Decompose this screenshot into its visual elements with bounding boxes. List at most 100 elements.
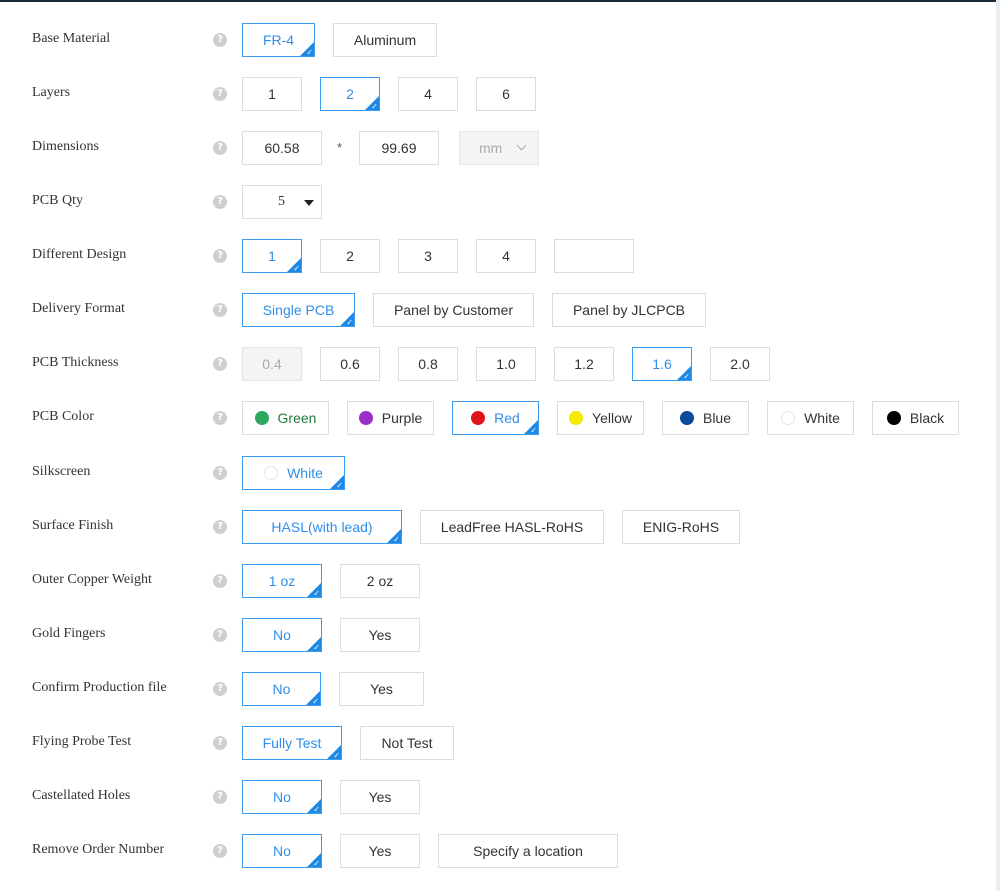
row-surface-finish: Surface Finish ? HASL(with lead) LeadFre… xyxy=(0,510,1000,544)
height-input[interactable]: 99.69 xyxy=(359,131,439,165)
row-pcb-qty: PCB Qty ? 5 xyxy=(0,185,1000,219)
help-icon[interactable]: ? xyxy=(213,574,227,588)
field-label: Base Material xyxy=(32,31,111,46)
option-single-pcb[interactable]: Single PCB xyxy=(242,293,355,327)
qty-select[interactable]: 5 xyxy=(242,185,322,219)
option-remove-no[interactable]: No xyxy=(242,834,322,868)
option-panel-by-customer[interactable]: Panel by Customer xyxy=(373,293,534,327)
option-layers-2[interactable]: 2 xyxy=(320,77,380,111)
help-icon[interactable]: ? xyxy=(213,411,227,425)
help-icon[interactable]: ? xyxy=(213,87,227,101)
option-gold-fingers-no[interactable]: No xyxy=(242,618,322,652)
option-thickness-1-0[interactable]: 1.0 xyxy=(476,347,536,381)
green-swatch-icon xyxy=(254,411,269,425)
option-layers-6[interactable]: 6 xyxy=(476,77,536,111)
qty-value: 5 xyxy=(278,194,285,209)
row-confirm-production-file: Confirm Production file ? No Yes xyxy=(0,672,1000,706)
row-gold-fingers: Gold Fingers ? No Yes xyxy=(0,618,1000,652)
option-design-3[interactable]: 3 xyxy=(398,239,458,273)
option-thickness-0-8[interactable]: 0.8 xyxy=(398,347,458,381)
option-thickness-0-4: 0.4 xyxy=(242,347,302,381)
help-icon[interactable]: ? xyxy=(213,141,227,155)
option-confirm-yes[interactable]: Yes xyxy=(339,672,424,706)
option-fr4[interactable]: FR-4 xyxy=(242,23,315,57)
top-border xyxy=(0,0,1000,2)
field-label: Dimensions xyxy=(32,139,99,154)
option-aluminum[interactable]: Aluminum xyxy=(333,23,437,57)
option-design-2[interactable]: 2 xyxy=(320,239,380,273)
help-icon[interactable]: ? xyxy=(213,466,227,480)
option-fully-test[interactable]: Fully Test xyxy=(242,726,342,760)
width-input[interactable]: 60.58 xyxy=(242,131,322,165)
white-swatch-icon xyxy=(264,466,279,480)
field-label: Confirm Production file xyxy=(32,680,167,695)
black-swatch-icon xyxy=(886,411,901,425)
option-gold-fingers-yes[interactable]: Yes xyxy=(340,618,420,652)
help-icon[interactable]: ? xyxy=(213,303,227,317)
option-confirm-no[interactable]: No xyxy=(242,672,321,706)
option-color-purple[interactable]: Purple xyxy=(347,401,434,435)
option-thickness-0-6[interactable]: 0.6 xyxy=(320,347,380,381)
option-copper-2oz[interactable]: 2 oz xyxy=(340,564,420,598)
option-color-white[interactable]: White xyxy=(767,401,854,435)
field-label: Remove Order Number xyxy=(32,842,165,857)
option-thickness-2-0[interactable]: 2.0 xyxy=(710,347,770,381)
option-color-green[interactable]: Green xyxy=(242,401,329,435)
help-icon[interactable]: ? xyxy=(213,844,227,858)
help-icon[interactable]: ? xyxy=(213,249,227,263)
field-label: Castellated Holes xyxy=(32,788,131,803)
row-different-design: Different Design ? 1 2 3 4 xyxy=(0,239,1000,273)
help-icon[interactable]: ? xyxy=(213,33,227,47)
option-castellated-no[interactable]: No xyxy=(242,780,322,814)
option-specify-location[interactable]: Specify a location xyxy=(438,834,618,868)
option-layers-4[interactable]: 4 xyxy=(398,77,458,111)
option-leadfree-hasl[interactable]: LeadFree HASL-RoHS xyxy=(420,510,604,544)
row-dimensions: Dimensions ? 60.58 * 99.69 mm xyxy=(0,131,1000,165)
option-panel-by-jlcpcb[interactable]: Panel by JLCPCB xyxy=(552,293,706,327)
option-thickness-1-2[interactable]: 1.2 xyxy=(554,347,614,381)
help-icon[interactable]: ? xyxy=(213,195,227,209)
red-swatch-icon xyxy=(471,411,486,425)
option-design-1[interactable]: 1 xyxy=(242,239,302,273)
option-layers-1[interactable]: 1 xyxy=(242,77,302,111)
option-color-blue[interactable]: Blue xyxy=(662,401,749,435)
row-flying-probe-test: Flying Probe Test ? Fully Test Not Test xyxy=(0,726,1000,760)
option-castellated-yes[interactable]: Yes xyxy=(340,780,420,814)
field-label: Layers xyxy=(32,85,71,100)
option-thickness-1-6[interactable]: 1.6 xyxy=(632,347,692,381)
option-remove-yes[interactable]: Yes xyxy=(340,834,420,868)
option-color-black[interactable]: Black xyxy=(872,401,959,435)
help-icon[interactable]: ? xyxy=(213,790,227,804)
field-label: PCB Thickness xyxy=(32,355,119,370)
row-remove-order-number: Remove Order Number ? No Yes Specify a l… xyxy=(0,834,1000,868)
option-color-yellow[interactable]: Yellow xyxy=(557,401,644,435)
silkscreen-name: White xyxy=(287,465,323,481)
yellow-swatch-icon xyxy=(569,411,584,425)
help-icon[interactable]: ? xyxy=(213,520,227,534)
color-name: White xyxy=(804,410,840,426)
help-icon[interactable]: ? xyxy=(213,736,227,750)
option-silkscreen-white[interactable]: White xyxy=(242,456,345,490)
color-name: Red xyxy=(494,410,520,426)
option-design-4[interactable]: 4 xyxy=(476,239,536,273)
row-delivery-format: Delivery Format ? Single PCB Panel by Cu… xyxy=(0,293,1000,327)
help-icon[interactable]: ? xyxy=(213,357,227,371)
custom-design-input[interactable] xyxy=(554,239,634,273)
field-label: Surface Finish xyxy=(32,518,114,533)
help-icon[interactable]: ? xyxy=(213,682,227,696)
help-icon[interactable]: ? xyxy=(213,628,227,642)
color-name: Yellow xyxy=(592,410,632,426)
option-copper-1oz[interactable]: 1 oz xyxy=(242,564,322,598)
row-silkscreen: Silkscreen ? White xyxy=(0,456,1000,490)
option-enig-rohs[interactable]: ENIG-RoHS xyxy=(622,510,740,544)
dimension-separator: * xyxy=(337,140,343,155)
field-label: Gold Fingers xyxy=(32,626,106,641)
field-label: Outer Copper Weight xyxy=(32,572,152,587)
field-label: Delivery Format xyxy=(32,301,125,316)
color-name: Green xyxy=(277,410,317,426)
field-label: PCB Qty xyxy=(32,193,83,208)
option-hasl-with-lead[interactable]: HASL(with lead) xyxy=(242,510,402,544)
unit-select[interactable]: mm xyxy=(459,131,539,165)
option-not-test[interactable]: Not Test xyxy=(360,726,454,760)
option-color-red[interactable]: Red xyxy=(452,401,539,435)
